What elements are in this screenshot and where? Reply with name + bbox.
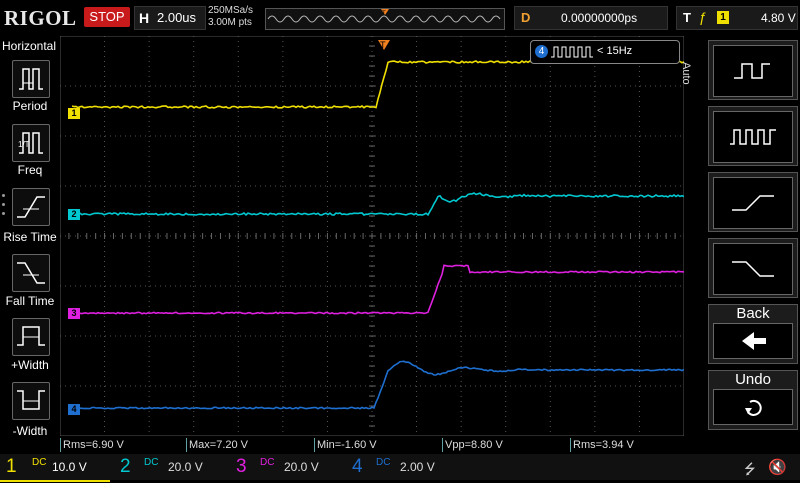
measure-ch1-rms[interactable]: Rms=6.90 V — [60, 438, 187, 452]
waveform-display[interactable]: T — [60, 36, 684, 436]
measure-ch3-min[interactable]: Min=-1.60 V — [314, 438, 441, 452]
back-button[interactable]: Back — [708, 304, 798, 364]
trigger-slope-icon: ƒ — [699, 9, 707, 25]
rise-time-button[interactable] — [12, 188, 50, 226]
fall-time-button[interactable] — [12, 254, 50, 292]
ch4-coupling: DC — [376, 458, 390, 468]
positive-width-button[interactable] — [12, 318, 50, 356]
frequency-counter-box: 4 < 15Hz — [530, 40, 680, 64]
top-status-bar: RIGOL STOP H 2.00us 250MSa/s 3.00M pts T… — [0, 0, 800, 36]
waveform-overview[interactable]: T — [265, 8, 505, 30]
delay-box[interactable]: D 0.00000000ps — [514, 6, 668, 30]
ch2-offset-marker[interactable]: 2 — [68, 209, 80, 220]
fall-time-icon — [13, 255, 49, 291]
undo-label: Undo — [709, 371, 797, 388]
negative-width-label: -Width — [0, 424, 60, 438]
rise-time-icon — [13, 189, 49, 225]
rising-edge-measure-button[interactable] — [708, 172, 798, 232]
channel-status-bar: 1 DC 10.0 V 2 DC 20.0 V 3 DC 20.0 V 4 DC… — [0, 454, 800, 480]
svg-text:1/T: 1/T — [18, 140, 30, 149]
negative-width-icon — [13, 383, 49, 419]
back-label: Back — [709, 305, 797, 322]
menu-page-indicator — [2, 194, 6, 221]
ch1-status[interactable]: 1 DC 10.0 V — [0, 454, 110, 482]
ch3-offset-marker[interactable]: 3 — [68, 308, 80, 319]
measurement-results-bar: Rms=6.90 V Max=7.20 V Min=-1.60 V Vpp=8.… — [60, 438, 760, 452]
ch3-scale: 20.0 V — [284, 460, 319, 474]
pulse-train-icon — [551, 46, 593, 58]
counter-channel-badge: 4 — [535, 45, 548, 58]
pulse-train-wave-icon — [714, 112, 792, 162]
falling-edge-icon-frame — [713, 243, 793, 295]
ch2-scale: 20.0 V — [168, 460, 203, 474]
ch1-offset-marker[interactable]: 1 — [68, 108, 80, 119]
undo-button[interactable]: Undo — [708, 370, 798, 430]
fall-time-label: Fall Time — [0, 294, 60, 308]
measure-ch4-vpp[interactable]: Vpp=8.80 V — [442, 438, 569, 452]
frequency-label: Freq — [0, 163, 60, 177]
falling-edge-measure-button[interactable] — [708, 238, 798, 298]
ch4-number: 4 — [352, 454, 363, 480]
back-icon-frame — [713, 323, 793, 359]
positive-width-icon — [13, 319, 49, 355]
delay-value: 0.00000000ps — [561, 11, 637, 25]
ch1-scale: 10.0 V — [52, 460, 87, 474]
run-stop-indicator[interactable]: STOP — [84, 7, 130, 27]
single-pulse-icon-frame — [713, 45, 793, 97]
undo-arrow-icon — [714, 390, 792, 424]
trigger-marker-label: T — [380, 40, 386, 50]
memory-depth: 3.00M pts — [208, 17, 252, 28]
timebase-value: 2.00us — [157, 10, 196, 25]
period-button[interactable] — [12, 60, 50, 98]
ch4-scale: 2.00 V — [400, 460, 435, 474]
rise-time-label: Rise Time — [0, 230, 60, 244]
ch1-coupling: DC — [32, 458, 46, 468]
frequency-icon: 1/T — [13, 125, 49, 161]
frequency-button[interactable]: 1/T — [12, 124, 50, 162]
rising-edge-icon-frame — [713, 177, 793, 229]
ch2-number: 2 — [120, 454, 131, 480]
pulse-train-measure-button[interactable] — [708, 106, 798, 166]
measure-ch4-rms[interactable]: Rms=3.94 V — [570, 438, 697, 452]
counter-value: < 15Hz — [597, 45, 632, 57]
measure-menu-panel: Horizontal Period 1/T Freq Rise Time Fal… — [0, 36, 60, 456]
brand-logo: RIGOL — [4, 6, 77, 31]
timebase-letter: H — [139, 10, 149, 26]
single-pulse-measure-button[interactable] — [708, 40, 798, 100]
single-pulse-icon — [714, 46, 792, 96]
ch4-offset-marker[interactable]: 4 — [68, 404, 80, 415]
trigger-source-badge: 1 — [717, 11, 729, 24]
ch2-status[interactable]: 2 DC 20.0 V — [116, 454, 226, 480]
period-label: Period — [0, 99, 60, 113]
pulse-train-icon-frame — [713, 111, 793, 163]
period-icon — [13, 61, 49, 97]
usb-icon: ⭍ — [744, 459, 756, 483]
falling-edge-icon — [714, 244, 792, 294]
ch2-coupling: DC — [144, 458, 158, 468]
ch3-status[interactable]: 3 DC 20.0 V — [232, 454, 342, 480]
svg-text:T: T — [382, 11, 386, 17]
trigger-level: 4.80 V — [761, 11, 796, 25]
overview-wave-icon: T — [266, 9, 504, 29]
back-arrow-icon — [714, 324, 792, 358]
trigger-mode-label: Auto — [680, 62, 692, 85]
rising-edge-icon — [714, 178, 792, 228]
ch3-coupling: DC — [260, 458, 274, 468]
measure-ch2-max[interactable]: Max=7.20 V — [186, 438, 313, 452]
negative-width-button[interactable] — [12, 382, 50, 420]
speaker-muted-icon: 🔇 — [768, 458, 787, 476]
measure-category-title: Horizontal — [2, 39, 56, 53]
trigger-box[interactable]: T ƒ 1 4.80 V — [676, 6, 798, 30]
undo-icon-frame — [713, 389, 793, 425]
ch3-number: 3 — [236, 454, 247, 480]
timebase-box[interactable]: H 2.00us — [134, 6, 206, 30]
sample-rate: 250MSa/s — [208, 5, 253, 16]
positive-width-label: +Width — [0, 358, 60, 372]
ch4-status[interactable]: 4 DC 2.00 V — [348, 454, 458, 480]
ch1-number: 1 — [6, 454, 17, 480]
delay-letter: D — [521, 10, 530, 25]
trigger-letter: T — [683, 10, 691, 25]
